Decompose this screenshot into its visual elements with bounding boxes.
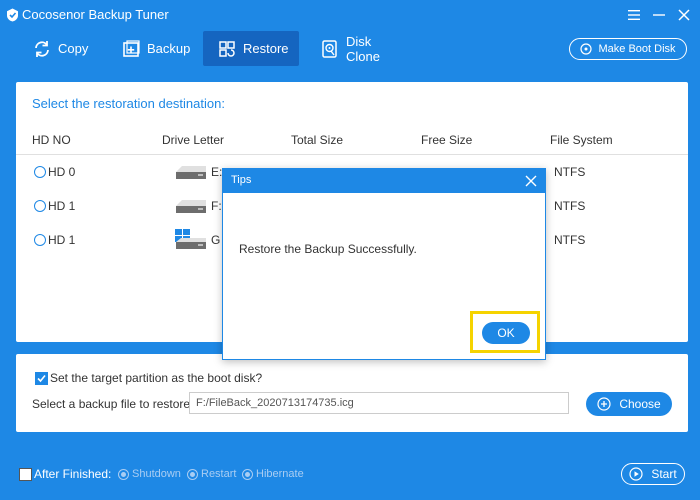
toolbar-disk-clone-label: Disk Clone <box>346 33 380 64</box>
backup-plus-icon <box>121 39 141 59</box>
row-radio[interactable] <box>34 166 46 178</box>
hard-drive-icon <box>176 200 206 213</box>
toolbar-copy-button[interactable]: Copy <box>28 31 100 66</box>
ok-button[interactable]: OK <box>482 322 530 344</box>
choose-button[interactable]: Choose <box>586 392 672 416</box>
start-button[interactable]: Start <box>621 463 685 485</box>
row-drive-letter: E: <box>211 165 223 179</box>
boot-partition-checkbox[interactable] <box>35 372 48 385</box>
backup-file-label: Select a backup file to restore: <box>32 397 194 411</box>
menu-button[interactable] <box>623 4 645 26</box>
toolbar-backup-label: Backup <box>147 41 191 56</box>
after-finished-label: After Finished: <box>34 467 112 481</box>
column-header-hd-no: HD NO <box>32 133 71 147</box>
windows-drive-icon <box>175 229 206 249</box>
toolbar-disk-clone-button[interactable]: Disk Clone <box>318 31 408 66</box>
after-hibernate-radio[interactable]: Hibernate <box>242 468 304 480</box>
after-restart-radio[interactable]: Restart <box>187 468 236 480</box>
app-title: Cocosenor Backup Tuner <box>22 7 169 22</box>
dialog-message: Restore the Backup Successfully. <box>239 242 417 256</box>
header-divider <box>16 154 688 155</box>
column-header-drive-letter: Drive Letter <box>162 133 225 147</box>
disk-icon <box>580 43 593 55</box>
make-boot-disk-label: Make Boot Disk <box>598 43 676 55</box>
row-radio[interactable] <box>34 200 46 212</box>
row-file-system: NTFS <box>554 199 586 213</box>
row-file-system: NTFS <box>554 233 586 247</box>
choose-label: Choose <box>619 397 661 411</box>
hamburger-menu-icon <box>628 10 640 20</box>
app-logo-icon <box>7 8 18 22</box>
row-drive-letter: G <box>211 233 221 247</box>
copy-refresh-icon <box>32 39 52 59</box>
column-header-free-size: Free Size <box>421 133 473 147</box>
after-restart-label: Restart <box>201 468 237 480</box>
restore-options-panel: Set the target partition as the boot dis… <box>16 354 688 432</box>
backup-file-input[interactable] <box>189 392 569 414</box>
boot-partition-label: Set the target partition as the boot dis… <box>50 371 263 385</box>
close-button[interactable] <box>673 4 695 26</box>
checkmark-icon <box>37 374 46 383</box>
start-label: Start <box>651 467 677 481</box>
play-circle-icon <box>629 467 643 481</box>
column-header-total-size: Total Size <box>291 133 344 147</box>
toolbar-restore-button[interactable]: Restore <box>203 31 299 66</box>
plus-circle-icon <box>597 397 611 411</box>
row-hd-no: HD 0 <box>48 165 76 179</box>
after-finished-checkbox[interactable] <box>19 468 32 481</box>
column-header-file-system: File System <box>550 133 613 147</box>
row-hd-no: HD 1 <box>48 233 76 247</box>
radio-dot <box>242 468 253 480</box>
row-radio[interactable] <box>34 234 46 246</box>
radio-dot <box>118 468 129 480</box>
dialog-title: Tips <box>231 174 252 186</box>
dialog-close-button[interactable] <box>523 173 539 189</box>
row-hd-no: HD 1 <box>48 199 76 213</box>
make-boot-disk-button[interactable]: Make Boot Disk <box>569 38 687 60</box>
hard-drive-icon <box>176 166 206 179</box>
footer-bar: After Finished: Shutdown Restart Hiberna… <box>0 452 700 500</box>
toolbar-copy-label: Copy <box>58 41 89 56</box>
radio-dot <box>187 468 198 480</box>
title-bar: Cocosenor Backup Tuner <box>0 0 700 30</box>
row-drive-letter: F: <box>211 199 222 213</box>
minimize-icon <box>653 14 665 16</box>
disk-clone-icon <box>320 39 340 59</box>
row-file-system: NTFS <box>554 165 586 179</box>
section-title: Select the restoration destination: <box>32 96 225 111</box>
tips-dialog: Tips Restore the Backup Successfully. OK <box>222 168 546 360</box>
restore-grid-icon <box>217 39 237 59</box>
toolbar-backup-button[interactable]: Backup <box>117 31 197 66</box>
dialog-title-bar: Tips <box>223 169 545 193</box>
close-icon <box>678 9 690 21</box>
after-shutdown-label: Shutdown <box>132 468 181 480</box>
minimize-button[interactable] <box>648 4 670 26</box>
close-icon <box>525 175 537 187</box>
after-shutdown-radio[interactable]: Shutdown <box>118 468 181 480</box>
toolbar-restore-label: Restore <box>243 41 289 56</box>
after-hibernate-label: Hibernate <box>256 468 304 480</box>
